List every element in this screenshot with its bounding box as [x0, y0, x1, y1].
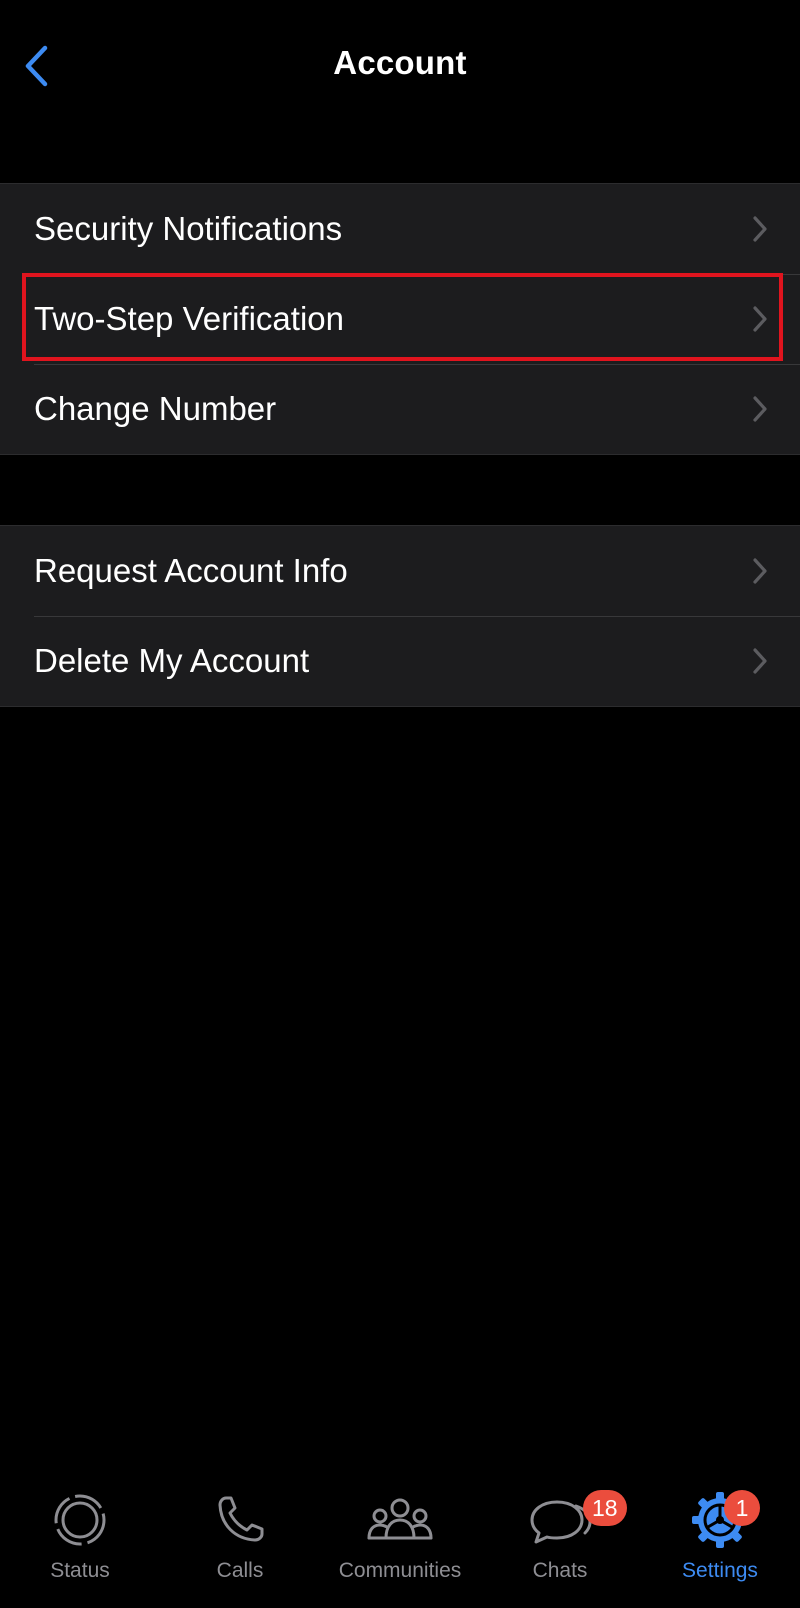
change-number-row[interactable]: Change Number — [0, 364, 800, 454]
chevron-right-icon — [753, 306, 767, 332]
tab-label: Communities — [338, 1559, 462, 1582]
tab-communities[interactable]: Communities — [320, 1468, 480, 1608]
chevron-right-icon — [753, 396, 767, 422]
tab-settings[interactable]: Settings 1 — [640, 1468, 800, 1608]
tab-bar: Status Calls Communities Chats 18 Settin… — [0, 1468, 800, 1608]
chats-unread-badge: 18 — [583, 1490, 627, 1526]
tab-label: Chats — [532, 1559, 588, 1582]
chevron-right-icon — [753, 648, 767, 674]
account-data-group: Request Account Info Delete My Account — [0, 525, 800, 707]
communities-icon — [366, 1490, 434, 1550]
phone-icon — [206, 1490, 274, 1550]
nav-bar: Account — [0, 0, 800, 135]
tab-chats[interactable]: Chats 18 — [480, 1468, 640, 1608]
status-icon — [46, 1490, 114, 1550]
page-title: Account — [333, 44, 467, 81]
chats-icon — [526, 1490, 594, 1550]
tab-label: Settings — [682, 1559, 758, 1582]
row-label: Security Notifications — [34, 210, 343, 247]
tab-label: Calls — [216, 1559, 264, 1582]
tab-status[interactable]: Status — [0, 1468, 160, 1608]
chevron-right-icon — [753, 216, 767, 242]
row-label: Request Account Info — [34, 552, 348, 589]
tab-calls[interactable]: Calls — [160, 1468, 320, 1608]
request-account-info-row[interactable]: Request Account Info — [0, 526, 800, 616]
row-label: Two-Step Verification — [34, 300, 344, 337]
two-step-verification-row[interactable]: Two-Step Verification — [0, 274, 800, 364]
settings-badge: 1 — [724, 1490, 760, 1526]
row-label: Delete My Account — [34, 642, 310, 679]
account-settings-group: Security Notifications Two-Step Verifica… — [0, 183, 800, 455]
tab-label: Status — [50, 1559, 110, 1582]
row-label: Change Number — [34, 390, 277, 427]
delete-my-account-row[interactable]: Delete My Account — [0, 616, 800, 706]
chevron-right-icon — [753, 558, 767, 584]
security-notifications-row[interactable]: Security Notifications — [0, 184, 800, 274]
